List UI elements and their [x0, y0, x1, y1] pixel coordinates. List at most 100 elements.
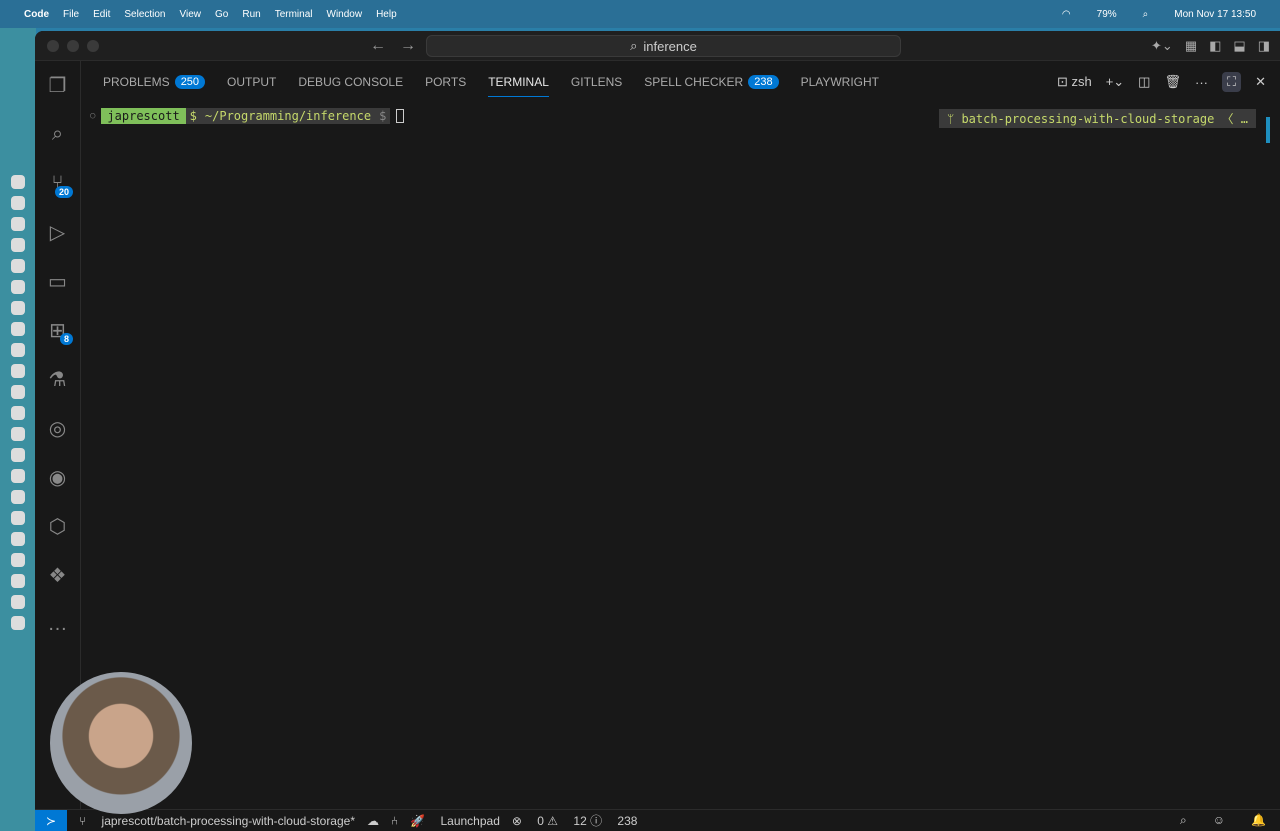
explorer-icon[interactable]: ❐	[35, 61, 80, 110]
menu-go[interactable]: Go	[215, 9, 228, 20]
zoom-icon[interactable]: ⌕	[1180, 813, 1187, 828]
zoom-window-button[interactable]	[87, 39, 99, 52]
gitlens-icon[interactable]: ◎	[35, 404, 80, 453]
search-icon[interactable]: ⌕	[35, 110, 80, 159]
remote-indicator-icon[interactable]: ≻	[35, 810, 67, 831]
tab-problems[interactable]: PROBLEMS 250	[103, 61, 206, 103]
dock-app-icon[interactable]	[11, 322, 25, 336]
tab-gitlens[interactable]: GITLENS	[571, 61, 622, 103]
source-control-icon[interactable]: ⑂ 20	[35, 159, 80, 208]
split-terminal-icon[interactable]: ◫	[1138, 74, 1150, 90]
toggle-panel-icon[interactable]: ⬓	[1233, 38, 1245, 54]
extensions-badge: 8	[59, 333, 73, 345]
more-actions-icon[interactable]: ···	[1195, 75, 1208, 90]
close-window-button[interactable]	[47, 39, 59, 52]
menu-view[interactable]: View	[180, 9, 202, 20]
minimize-window-button[interactable]	[67, 39, 79, 52]
panel-tabs: PROBLEMS 250 OUTPUT DEBUG CONSOLE PORTS T…	[81, 61, 1280, 103]
wifi-icon[interactable]: ◠	[1062, 9, 1071, 20]
forward-arrow-icon[interactable]: →	[400, 37, 416, 55]
menu-help[interactable]: Help	[376, 9, 397, 20]
dock-app-icon[interactable]	[11, 364, 25, 378]
toggle-sidebar-icon[interactable]: ◧	[1209, 38, 1221, 54]
dock-app-icon[interactable]	[11, 196, 25, 210]
terminal-scrollbar[interactable]	[1266, 117, 1270, 143]
dock-app-icon[interactable]	[11, 511, 25, 525]
containers-icon[interactable]: ⬡	[35, 502, 80, 551]
dock-app-icon[interactable]	[11, 574, 25, 588]
battery-percent[interactable]: 79%	[1097, 9, 1117, 20]
menu-edit[interactable]: Edit	[93, 9, 110, 20]
dock-app-icon[interactable]	[11, 427, 25, 441]
dock-app-icon[interactable]	[11, 217, 25, 231]
terminal-cursor	[396, 109, 405, 123]
launchpad-label: Launchpad	[440, 813, 500, 828]
tab-terminal[interactable]: TERMINAL	[488, 61, 549, 103]
source-control-badge: 20	[54, 186, 73, 198]
notifications-bell-icon[interactable]: 🔔	[1251, 813, 1266, 828]
dock-app-icon[interactable]	[11, 259, 25, 273]
dock-app-icon[interactable]	[11, 343, 25, 357]
status-branch[interactable]: ⑂ japrescott/batch-processing-with-cloud…	[79, 814, 355, 828]
dock-app-icon[interactable]	[11, 406, 25, 420]
menu-app-name[interactable]: Code	[24, 9, 49, 20]
datetime[interactable]: Mon Nov 17 13:50	[1174, 9, 1256, 20]
sync-icon[interactable]: ☁	[367, 814, 379, 828]
dock-app-icon[interactable]	[11, 301, 25, 315]
prompt-dollar: $	[185, 108, 201, 124]
command-center-search[interactable]: ⌕ inference	[426, 35, 901, 57]
dock-app-icon[interactable]	[11, 553, 25, 567]
tab-label: PORTS	[425, 75, 467, 89]
menu-terminal[interactable]: Terminal	[275, 9, 313, 20]
dock-app-icon[interactable]	[11, 385, 25, 399]
menu-window[interactable]: Window	[327, 9, 363, 20]
git-graph-icon[interactable]: ◉	[35, 453, 80, 502]
menu-selection[interactable]: Selection	[124, 9, 165, 20]
new-terminal-icon[interactable]: +⌄	[1106, 74, 1124, 90]
dock-app-icon[interactable]	[11, 595, 25, 609]
trash-icon[interactable]: 🗑	[1164, 74, 1181, 90]
figma-icon[interactable]: ❖	[35, 551, 80, 600]
tab-label: GITLENS	[570, 75, 623, 89]
tab-ports[interactable]: PORTS	[425, 61, 466, 103]
dock-app-icon[interactable]	[11, 280, 25, 294]
copilot-status-icon[interactable]: ☺	[1213, 813, 1225, 828]
back-arrow-icon[interactable]: ←	[370, 37, 386, 55]
toggle-secondary-sidebar-icon[interactable]: ◨	[1258, 38, 1270, 54]
dock-app-icon[interactable]	[11, 469, 25, 483]
branch-label: japrescott/batch-processing-with-cloud-s…	[101, 813, 355, 828]
testing-icon[interactable]: ⚗	[35, 355, 80, 404]
dock-app-icon[interactable]	[11, 616, 25, 630]
copilot-icon[interactable]: ✦⌄	[1151, 38, 1173, 54]
search-icon: ⌕	[630, 38, 638, 53]
customize-layout-icon[interactable]: ▦	[1185, 38, 1197, 54]
launchpad-button[interactable]: 🚀 Launchpad	[410, 814, 500, 828]
error-count: 0	[537, 814, 544, 828]
problems-status[interactable]: ⊗ 0 ⚠ 12 ⓘ 238	[512, 812, 638, 829]
menu-run[interactable]: Run	[242, 9, 260, 20]
command-decoration-icon: ○	[90, 111, 96, 121]
dock-app-icon[interactable]	[11, 490, 25, 504]
prompt-symbol: $	[375, 108, 391, 124]
remote-explorer-icon[interactable]: ▭	[35, 257, 80, 306]
maximize-panel-icon[interactable]: ⛶	[1221, 72, 1242, 92]
spotlight-icon[interactable]: ⌕	[1143, 9, 1149, 20]
close-panel-icon[interactable]: ✕	[1255, 74, 1266, 90]
tab-playwright[interactable]: PLAYWRIGHT	[801, 61, 879, 103]
run-debug-icon[interactable]: ▷	[35, 208, 80, 257]
terminal-shell-selector[interactable]: ⊡ zsh	[1057, 74, 1092, 90]
tab-output[interactable]: OUTPUT	[227, 61, 276, 103]
extensions-icon[interactable]: ⊞ 8	[35, 306, 80, 355]
menu-file[interactable]: File	[63, 9, 79, 20]
dock-app-icon[interactable]	[11, 532, 25, 546]
git-graph-status-icon[interactable]: ⑃	[391, 814, 398, 828]
branch-icon: ᛘ	[947, 112, 962, 126]
dock-app-icon[interactable]	[11, 448, 25, 462]
tab-spell-checker[interactable]: SPELL CHECKER 238	[644, 61, 779, 103]
terminal-icon: ⊡	[1056, 74, 1072, 89]
more-icon[interactable]: …	[35, 600, 80, 649]
dock-app-icon[interactable]	[11, 175, 25, 189]
spell-checker-count: 238	[748, 75, 779, 89]
dock-app-icon[interactable]	[11, 238, 25, 252]
tab-debug-console[interactable]: DEBUG CONSOLE	[298, 61, 403, 103]
